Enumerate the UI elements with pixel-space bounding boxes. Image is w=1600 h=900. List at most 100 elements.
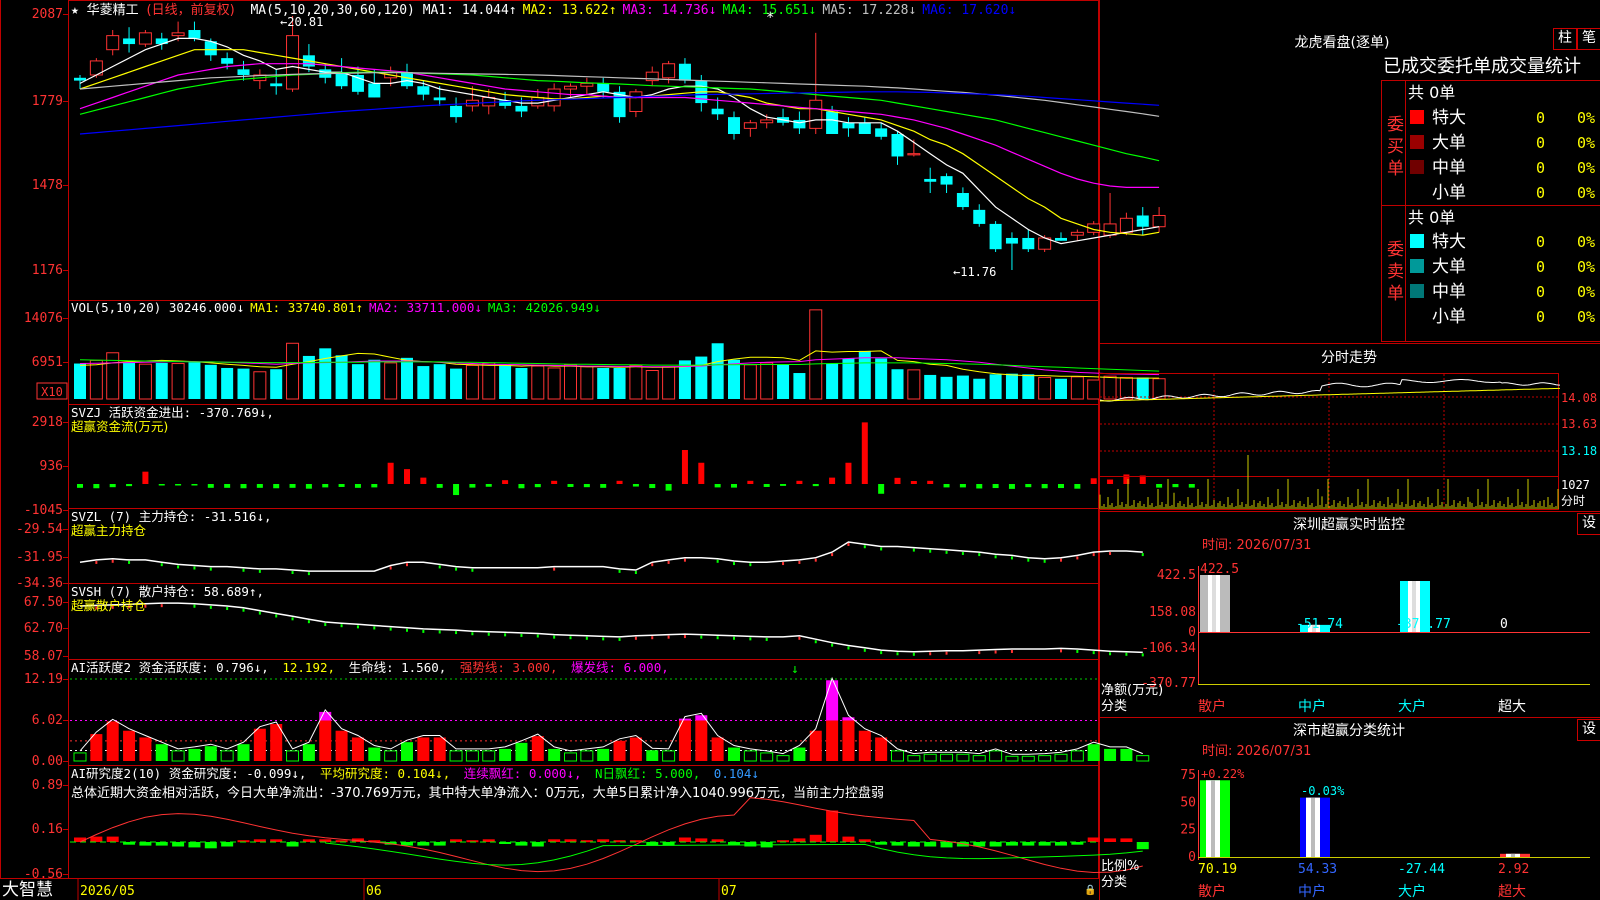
svsh-tick-40 bbox=[733, 636, 735, 640]
svsh-tick-33 bbox=[618, 637, 621, 641]
svsh-tick-45 bbox=[814, 640, 817, 644]
buy-vertical-0: 委 bbox=[1387, 115, 1404, 135]
svsh-tick-28 bbox=[536, 634, 539, 638]
svsh-tick-61 bbox=[1076, 649, 1079, 653]
szc-cat-0: 散户 bbox=[1198, 883, 1226, 900]
ai-research-bar-2 bbox=[106, 836, 119, 842]
ma-value-2: MA3: 14.736↓ bbox=[623, 3, 717, 18]
price-ytick-2: 1478 bbox=[32, 178, 63, 193]
ai-active-bar-48 bbox=[858, 730, 871, 761]
ai_research-ytick-0: 0.89 bbox=[32, 778, 63, 793]
ai-active-bar-55 bbox=[972, 755, 986, 762]
svzj-bar-46 bbox=[829, 477, 836, 484]
svzl-tick-53 bbox=[945, 550, 948, 554]
svzj-bar-47 bbox=[845, 462, 852, 484]
vol-bar-38 bbox=[695, 356, 708, 399]
ai-active-bar-29 bbox=[548, 748, 561, 761]
sz-monitor-settings-button[interactable]: 设 bbox=[1577, 513, 1600, 535]
svzj-bar-20 bbox=[404, 469, 410, 484]
svzj-ytick-0: 2918 bbox=[32, 415, 63, 430]
szm-cat-3: 超大 bbox=[1498, 699, 1526, 715]
svsh-tick-56 bbox=[994, 650, 997, 654]
ai-research-bar-52 bbox=[924, 842, 937, 847]
star-icon: ★ bbox=[71, 3, 79, 18]
svzl-tick-40 bbox=[733, 562, 735, 566]
ai-active-bar-31 bbox=[580, 750, 594, 762]
ai-research-bar-57 bbox=[1005, 842, 1018, 846]
buy-row-3: 小单 0 0% bbox=[1432, 183, 1595, 203]
bar-mode-button[interactable]: 柱 bbox=[1553, 28, 1577, 50]
intraday-price-2: 13.63 bbox=[1561, 417, 1597, 431]
svzl-tick-36 bbox=[667, 560, 670, 564]
svzj-bar-3 bbox=[126, 484, 133, 487]
star-mark: * bbox=[766, 10, 774, 26]
svzl-label: SVZL (7) 主力持仓: -31.516↓, bbox=[71, 509, 272, 524]
svsh-tick-49 bbox=[880, 651, 883, 655]
buy-swatch-0 bbox=[1410, 110, 1424, 124]
vol-label: VOL(5,10,20) bbox=[71, 300, 161, 315]
svzl-tick-1 bbox=[95, 560, 98, 564]
vol-bar-10 bbox=[237, 368, 250, 399]
candle-47 bbox=[842, 117, 855, 137]
vol-bar-45 bbox=[809, 309, 823, 400]
ai-research-value-0: AI研究度2(10) 资金研究度: -0.099↓, bbox=[71, 766, 314, 781]
szc-value-2: -27.44 bbox=[1398, 862, 1445, 877]
longhu-tabs[interactable]: 已成交委托单成交量统计 bbox=[1383, 56, 1581, 77]
svzl-ytick-0: -29.54 bbox=[16, 522, 63, 537]
svsh-tick-41 bbox=[749, 637, 752, 641]
sell-swatch-2 bbox=[1410, 284, 1424, 298]
ai-active-bar-32 bbox=[597, 748, 610, 761]
svzl-tick-58 bbox=[1027, 558, 1030, 562]
svzl-tick-43 bbox=[782, 562, 785, 566]
vol-bar-33 bbox=[613, 367, 626, 399]
ai-active-bar-16 bbox=[335, 730, 348, 761]
main-frame bbox=[68, 0, 1099, 879]
intraday-avg-line bbox=[1099, 387, 1560, 402]
svzj-bar-52 bbox=[927, 480, 934, 484]
ai-active-bar-34 bbox=[629, 737, 642, 761]
svsh-tick-52 bbox=[929, 652, 932, 656]
candle-43 bbox=[777, 108, 790, 126]
svzj-bar-45 bbox=[812, 484, 819, 487]
svzj-bar-48 bbox=[861, 422, 868, 484]
ai-research-bar-41 bbox=[744, 842, 757, 847]
ai-active-bar-3 bbox=[123, 730, 136, 761]
candle-61 bbox=[1070, 229, 1084, 241]
szc-value-1: 54.33 bbox=[1298, 862, 1337, 877]
pen-mode-button[interactable]: 笔 bbox=[1577, 28, 1600, 50]
svsh-tick-60 bbox=[1060, 649, 1062, 653]
svzj-bar-21 bbox=[420, 477, 427, 484]
vol-bar-65 bbox=[1136, 377, 1149, 399]
svsh-tick-53 bbox=[945, 651, 948, 655]
ai-research-line-red bbox=[79, 797, 1143, 874]
svzj-bar-16 bbox=[338, 484, 345, 487]
ai-active-bar-54 bbox=[956, 753, 970, 762]
buy-vertical-2: 单 bbox=[1387, 159, 1404, 179]
svzl-tick-24 bbox=[471, 568, 474, 572]
buy-total: 共 0单 bbox=[1408, 83, 1455, 102]
sell-vertical-2: 单 bbox=[1387, 284, 1404, 304]
ai-research-bar-8 bbox=[204, 842, 217, 849]
svzl-tick-45 bbox=[814, 558, 817, 562]
svsh-ytick-2: 58.07 bbox=[24, 649, 63, 664]
price-ma3-line bbox=[79, 63, 1160, 188]
vol-bar-7 bbox=[188, 362, 201, 399]
sz-class-settings-button[interactable]: 设 bbox=[1577, 719, 1600, 741]
ai-active-bar-13 bbox=[286, 750, 300, 762]
svsh-tick-8 bbox=[209, 605, 212, 609]
ai-active-bar-51 bbox=[907, 755, 921, 762]
svsh-tick-11 bbox=[258, 611, 261, 615]
szm-ytick-3: -106.34 bbox=[1141, 641, 1196, 656]
svzj-bar-13 bbox=[289, 484, 296, 488]
svzj-bar-2 bbox=[109, 484, 116, 488]
ai_research-ytick-1: 0.16 bbox=[32, 822, 63, 837]
ai-active-value-1: 12.192, bbox=[282, 660, 342, 675]
candle-57 bbox=[1005, 232, 1018, 270]
svzj-bar-66 bbox=[1156, 484, 1163, 488]
svzj-bar-9 bbox=[224, 484, 231, 488]
ai-research-bar-46 bbox=[826, 810, 839, 842]
ai-active-bar-49 bbox=[875, 737, 888, 761]
ai-active-bar-9 bbox=[220, 750, 234, 762]
svzl-ytick-2: -34.36 bbox=[16, 576, 63, 591]
buy-count-3: 0 bbox=[1536, 184, 1545, 202]
